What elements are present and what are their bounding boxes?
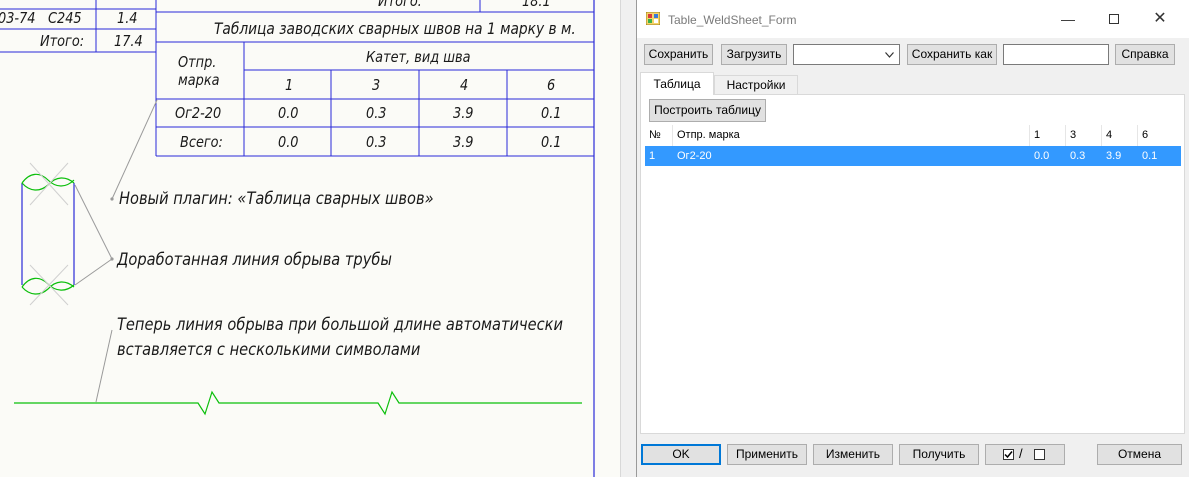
cad-table-cell: 0.3	[366, 133, 387, 151]
grid-cell-col-1: 0.0	[1034, 150, 1050, 162]
cad-table-row-mark: Ог2-20	[175, 104, 222, 122]
cad-note-break-line-2: вставляется с несколькими символами	[117, 340, 421, 360]
cad-table-title: Таблица заводских сварных швов на 1 марк…	[214, 19, 576, 38]
cad-table-row-mark: Всего:	[180, 133, 223, 151]
grid-cell-col-3: 0.3	[1070, 150, 1086, 162]
chevron-down-icon	[885, 52, 894, 58]
get-button[interactable]: Получить	[899, 444, 979, 465]
cad-table-col: 4	[460, 76, 469, 94]
edit-button[interactable]: Изменить	[813, 444, 893, 465]
grid-header-col-6[interactable]: 6	[1138, 125, 1181, 146]
grid-cell-col-4: 3.9	[1106, 150, 1122, 162]
cad-top-right-label: Итого:	[378, 0, 423, 10]
close-icon[interactable]: ✕	[1137, 6, 1183, 32]
cad-note-pipe-break: Доработанная линия обрыва трубы	[117, 250, 392, 270]
cad-table-cell: 0.0	[278, 104, 299, 122]
cad-drawing-area[interactable]: 03-74 С245 1.4 Итого: 17.4 Итого: 18.1 Т…	[0, 0, 620, 477]
cad-table-cell: 0.1	[541, 133, 562, 151]
help-button[interactable]: Справка	[1115, 44, 1175, 65]
grid-cell-col-6: 0.1	[1142, 150, 1158, 162]
grid-header-col-1[interactable]: 1	[1030, 125, 1066, 146]
save-as-button[interactable]: Сохранить как	[907, 44, 997, 65]
table-tab-panel: Построить таблицу № Отпр. марка 1 3 4 6 …	[640, 94, 1185, 434]
weldsheet-window: Table_WeldSheet_Form — ✕ Сохранить Загру…	[636, 0, 1189, 477]
toggle-checkboxes-button[interactable]: /	[985, 444, 1065, 465]
grid-cell-mark: Ог2-20	[677, 150, 712, 162]
cad-note-break-line-1: Теперь линия обрыва при большой длине ав…	[117, 315, 563, 335]
cad-table-cell: 0.1	[541, 104, 562, 122]
grid-cell-no: 1	[649, 150, 656, 162]
cad-table-col: 1	[285, 76, 294, 94]
title-bar[interactable]: Table_WeldSheet_Form — ✕	[637, 0, 1189, 38]
cad-lines	[0, 0, 595, 477]
weld-grid[interactable]: № Отпр. марка 1 3 4 6 1 Ог2-20 0.0 0.3 3…	[645, 125, 1181, 431]
tab-table[interactable]: Таблица	[640, 72, 714, 95]
ok-button[interactable]: OK	[641, 444, 721, 465]
save-button[interactable]: Сохранить	[644, 44, 713, 65]
maximize-icon[interactable]	[1091, 6, 1137, 32]
cad-table-cell: 3.9	[453, 104, 474, 122]
grid-header-col-3[interactable]: 3	[1066, 125, 1102, 146]
cad-note-plugin: Новый плагин: «Таблица сварных швов»	[119, 189, 434, 209]
table-row[interactable]: 1 Ог2-20 0.0 0.3 3.9 0.1	[645, 146, 1181, 166]
cad-top-right-value: 18.1	[522, 0, 551, 10]
toggle-separator: /	[1019, 446, 1023, 461]
load-button[interactable]: Загрузить	[721, 44, 787, 65]
cad-table-cell: 0.0	[278, 133, 299, 151]
cad-table-header-mark: Отпр. марка	[178, 53, 220, 89]
app-icon	[646, 12, 660, 25]
window-title: Table_WeldSheet_Form	[668, 13, 797, 27]
save-as-name-input[interactable]	[1003, 44, 1109, 65]
build-table-button[interactable]: Построить таблицу	[649, 99, 766, 122]
checkbox-unchecked-icon	[1034, 449, 1045, 460]
grid-header-col-4[interactable]: 4	[1102, 125, 1138, 146]
cad-table-header-group: Катет, вид шва	[366, 48, 471, 66]
tab-settings[interactable]: Настройки	[714, 75, 798, 95]
preset-select[interactable]	[793, 44, 900, 65]
cancel-button[interactable]: Отмена	[1097, 444, 1182, 465]
cad-table-cell: 0.3	[366, 104, 387, 122]
checkbox-checked-icon	[1003, 449, 1014, 460]
cad-total-label: Итого:	[40, 32, 85, 50]
cad-total-value: 17.4	[114, 32, 143, 50]
workspace-separator	[620, 0, 637, 477]
grid-header-no[interactable]: №	[645, 125, 673, 146]
cad-table-col: 3	[372, 76, 381, 94]
cad-table-col: 6	[547, 76, 556, 94]
minimize-icon[interactable]: —	[1045, 6, 1091, 32]
apply-button[interactable]: Применить	[727, 444, 807, 465]
grid-header-mark[interactable]: Отпр. марка	[673, 125, 1030, 146]
cad-top-value: 1.4	[117, 9, 138, 27]
cad-top-code: 03-74	[0, 9, 36, 27]
cad-table-cell: 3.9	[453, 133, 474, 151]
cad-top-steel: С245	[48, 9, 82, 27]
